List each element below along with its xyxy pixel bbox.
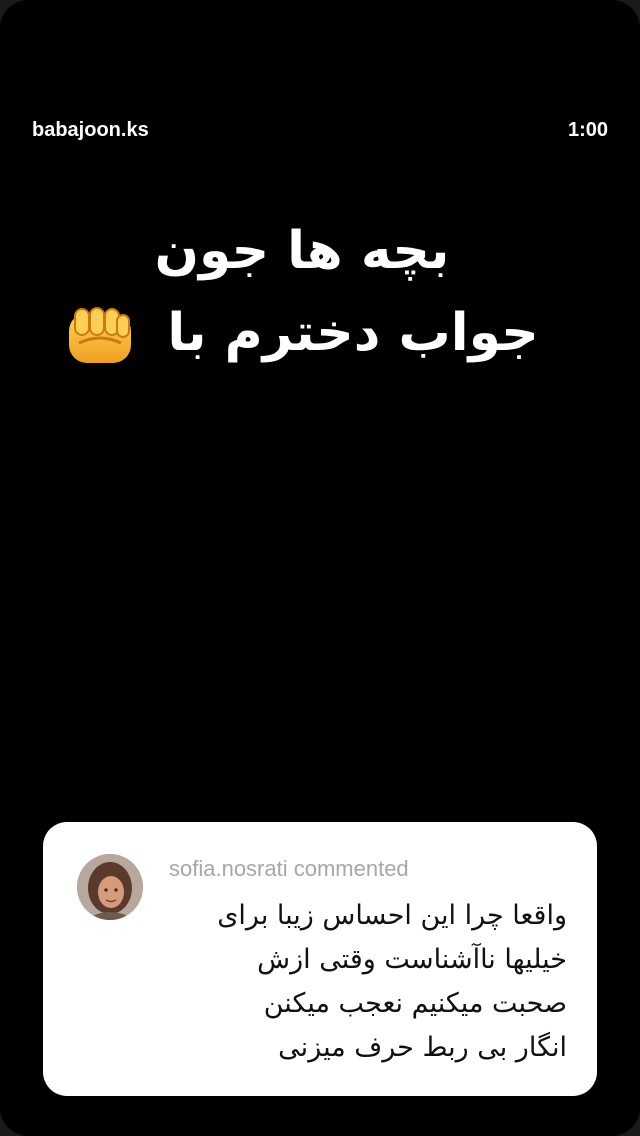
commenter-avatar[interactable] (77, 854, 143, 920)
headline-line-1: بچه ها جون (154, 221, 450, 281)
fist-emoji-icon (65, 303, 135, 369)
comment-line-2: خیلیها ناآشناست وقتی ازش (257, 944, 567, 975)
headline-line-2: جواب دخترم با (40, 292, 564, 374)
comment-author[interactable]: sofia.nosrati commented (169, 856, 409, 882)
comment-line-1: واقعا چرا این احساس زیبا برای (217, 900, 567, 931)
comment-line-4: انگار بی ربط حرف میزنی (278, 1032, 567, 1063)
story-timer: 1:00 (567, 118, 608, 141)
headline-line-2-text: جواب دخترم با (167, 303, 539, 363)
comment-text: واقعا چرا این احساس زیبا برای خیلیها ناآ… (169, 894, 567, 1070)
comment-line-3: صحبت میکنیم نعجب میکنن (263, 988, 567, 1019)
story-screen[interactable]: babajoon.ks 1:00 بچه ها جون جواب دخترم ب… (0, 0, 640, 1136)
story-headline: بچه ها جون جواب دخترم با (40, 210, 564, 374)
comment-card[interactable]: sofia.nosrati commented واقعا چرا این اح… (43, 822, 597, 1096)
story-header: babajoon.ks 1:00 (32, 116, 608, 144)
story-username[interactable]: babajoon.ks (32, 119, 149, 142)
